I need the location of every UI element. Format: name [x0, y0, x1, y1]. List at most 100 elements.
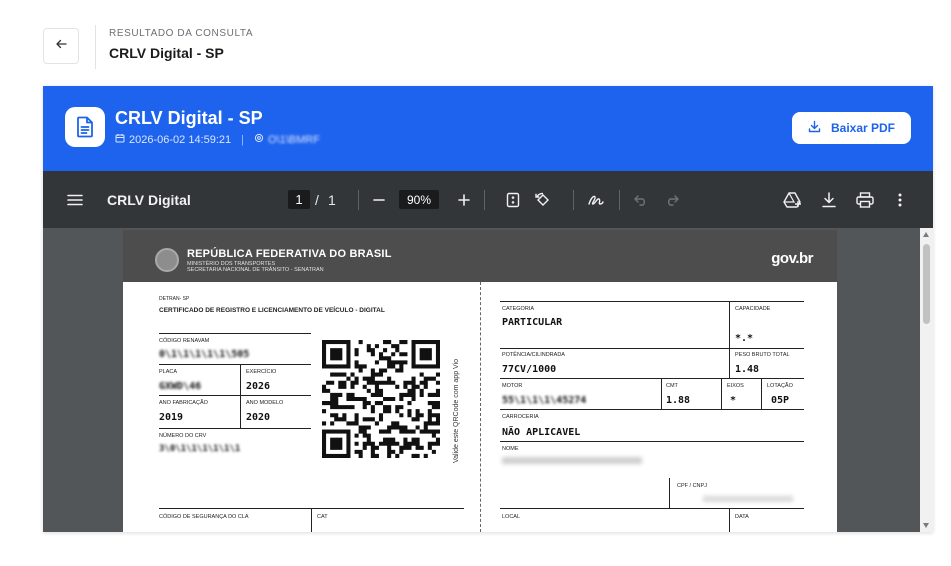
document-header: REPÚBLICA FEDERATIVA DO BRASIL MINISTÉRI…	[123, 230, 837, 282]
print-icon[interactable]	[856, 171, 874, 228]
carroceria-value: NÃO APLICAVEL	[502, 427, 581, 438]
download-pdf-label: Baixar PDF	[830, 121, 896, 135]
toolbar-divider	[619, 190, 620, 210]
nome-value-redacted	[502, 457, 642, 464]
divider	[500, 348, 804, 349]
result-banner: CRLV Digital - SP 2026-06-02 14:59:21 | …	[43, 86, 933, 171]
local-label: LOCAL	[502, 514, 521, 520]
republic-title: REPÚBLICA FEDERATIVA DO BRASIL	[187, 248, 392, 260]
lotacao-value: 05P	[771, 395, 790, 406]
divider	[500, 508, 804, 509]
plate-icon	[254, 133, 264, 146]
hamburger-icon[interactable]	[67, 171, 83, 228]
divider	[729, 349, 730, 379]
divider	[159, 428, 311, 429]
qr-code	[322, 340, 440, 458]
calendar-icon	[115, 133, 125, 146]
divider	[159, 333, 311, 334]
divider	[500, 378, 804, 379]
divider	[311, 509, 312, 532]
page: RESULTADO DA CONSULTA CRLV Digital - SP …	[0, 0, 951, 566]
viewer-doc-title: CRLV Digital	[107, 191, 191, 208]
capacidade-label: CAPACIDADE	[735, 306, 771, 312]
seg-cla-label: CÓDIGO DE SEGURANÇA DO CLA	[159, 514, 249, 520]
categoria-value: PARTICULAR	[502, 317, 563, 328]
redo-icon[interactable]	[665, 171, 679, 228]
page-separator: /	[315, 191, 319, 208]
motor-value: 55\1\1\1\45274	[502, 395, 587, 406]
meta-separator: |	[241, 133, 245, 146]
data-label: DATA	[735, 514, 749, 520]
nome-label: NOME	[502, 446, 519, 452]
divider	[661, 379, 662, 409]
more-vert-icon[interactable]	[898, 171, 902, 228]
placa-label: PLACA	[159, 369, 178, 375]
banner-meta: 2026-06-02 14:59:21 | O\1\BMRF	[115, 133, 320, 146]
exercicio-value: 2026	[246, 381, 271, 392]
scroll-up-icon[interactable]	[923, 232, 929, 237]
exercicio-label: EXERCÍCIO	[246, 369, 277, 375]
fit-page-icon[interactable]	[506, 171, 520, 228]
document-icon	[65, 107, 105, 147]
renavam-label: CÓDIGO RENAVAM	[159, 338, 210, 344]
page-current[interactable]: 1	[288, 190, 310, 209]
renavam-value: 0\1\1\1\1\1\505	[159, 349, 250, 360]
divider	[240, 365, 241, 429]
vertical-scrollbar[interactable]	[920, 228, 933, 532]
divider	[669, 478, 670, 508]
scroll-down-icon[interactable]	[923, 523, 929, 528]
scroll-thumb[interactable]	[923, 244, 930, 324]
motor-label: MOTOR	[502, 383, 523, 389]
pdf-page: REPÚBLICA FEDERATIVA DO BRASIL MINISTÉRI…	[123, 230, 837, 532]
eixos-label: EIXOS	[727, 383, 744, 389]
plate-masked: O\1\BMRF	[268, 133, 320, 146]
consult-datetime: 2026-06-02 14:59:21	[129, 133, 232, 146]
secretariat-name: SECRETARIA NACIONAL DE TRÂNSITO - SENATR…	[187, 267, 324, 273]
zoom-input[interactable]: 90%	[399, 171, 439, 228]
undo-icon[interactable]	[634, 171, 648, 228]
potencia-label: POTÊNCIA/CILINDRADA	[502, 352, 565, 358]
cat-label: CAT	[317, 514, 328, 520]
toolbar-divider	[484, 190, 485, 210]
rotate-icon[interactable]	[534, 171, 552, 228]
carroceria-label: CARROCERIA	[502, 414, 539, 420]
divider	[721, 379, 722, 409]
page-kicker: RESULTADO DA CONSULTA	[109, 28, 254, 39]
divider	[729, 509, 730, 532]
ano-modelo-value: 2020	[246, 412, 271, 423]
divider	[761, 379, 762, 409]
zoom-value[interactable]: 90%	[399, 190, 439, 209]
header-divider	[95, 25, 96, 69]
download-icon[interactable]	[822, 171, 836, 228]
zoom-in-icon[interactable]	[458, 171, 470, 228]
pen-icon[interactable]	[587, 171, 605, 228]
cmt-value: 1.88	[666, 395, 691, 406]
back-button[interactable]	[43, 28, 79, 64]
peso-value: 1.48	[735, 364, 760, 375]
zoom-out-icon[interactable]	[373, 171, 385, 228]
divider	[500, 301, 804, 302]
cpf-value-redacted	[703, 496, 793, 502]
drive-add-icon[interactable]	[783, 171, 803, 228]
issuer-label: DETRAN- SP	[159, 296, 190, 302]
crv-value: 3\0\1\1\1\1\1\1	[159, 444, 241, 454]
cut-line	[480, 282, 481, 532]
lotacao-label: LOTAÇÃO	[767, 383, 793, 389]
govbr-logo: gov.br	[771, 250, 813, 267]
eixos-value: *	[730, 395, 737, 406]
divider	[500, 441, 804, 442]
toolbar-divider	[358, 190, 359, 210]
pdf-viewport[interactable]: REPÚBLICA FEDERATIVA DO BRASIL MINISTÉRI…	[43, 228, 933, 532]
download-pdf-button[interactable]: Baixar PDF	[792, 112, 911, 144]
page-total: 1	[328, 191, 336, 208]
banner-title: CRLV Digital - SP	[115, 108, 263, 128]
peso-label: PESO BRUTO TOTAL	[735, 352, 790, 358]
page-number-input[interactable]: 1	[288, 171, 310, 228]
pdf-toolbar: CRLV Digital 1 / 1 90%	[43, 171, 933, 228]
toolbar-divider	[573, 190, 574, 210]
cpf-label: CPF / CNPJ	[677, 483, 707, 489]
arrow-left-icon	[55, 37, 67, 55]
crv-label: NÚMERO DO CRV	[159, 433, 207, 439]
ano-fabricacao-label: ANO FABRICAÇÃO	[159, 400, 208, 406]
coat-of-arms-icon	[155, 248, 179, 272]
